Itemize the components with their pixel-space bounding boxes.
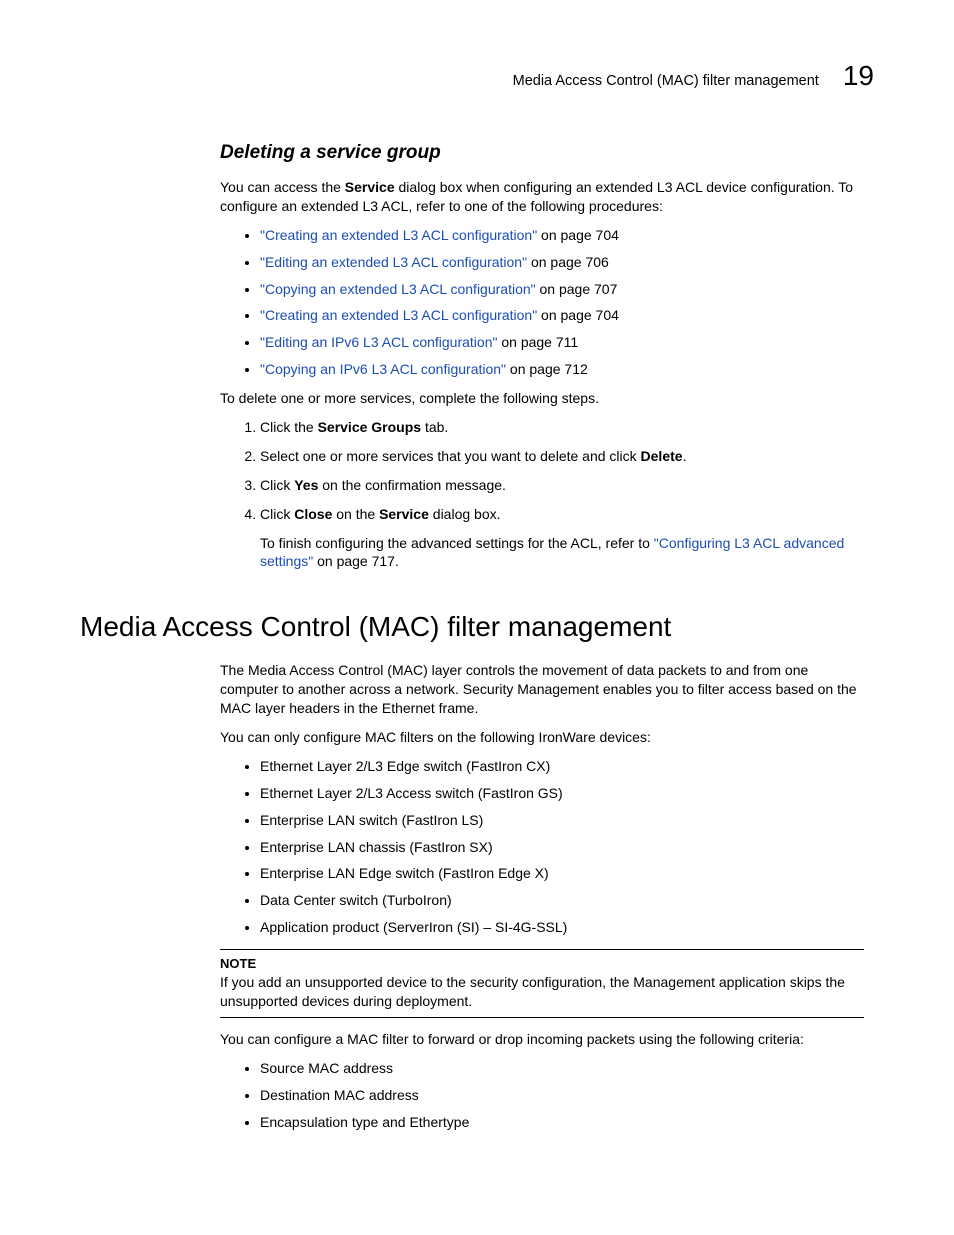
bold: Yes <box>294 477 318 493</box>
list-item: Application product (ServerIron (SI) – S… <box>260 918 864 937</box>
xref-link[interactable]: "Creating an extended L3 ACL configurati… <box>260 307 537 323</box>
text: on page 712 <box>506 361 588 377</box>
text: Select one or more services that you wan… <box>260 448 641 464</box>
text: To finish configuring the advanced setti… <box>260 535 654 551</box>
note-title: NOTE <box>220 956 864 971</box>
text: on page 704 <box>537 227 619 243</box>
page: Media Access Control (MAC) filter manage… <box>0 0 954 1235</box>
main-heading-mac: Media Access Control (MAC) filter manage… <box>80 611 874 643</box>
list-item: Encapsulation type and Ethertype <box>260 1113 864 1132</box>
list-item: "Creating an extended L3 ACL configurati… <box>260 226 864 245</box>
xref-link[interactable]: "Editing an IPv6 L3 ACL configuration" <box>260 334 497 350</box>
text: on page 711 <box>497 334 578 350</box>
mac-para2: You can only configure MAC filters on th… <box>220 728 864 747</box>
step-2: Select one or more services that you wan… <box>260 447 864 466</box>
intro-paragraph: You can access the Service dialog box wh… <box>220 178 864 216</box>
section-heading-deleting: Deleting a service group <box>220 142 864 164</box>
text: dialog box. <box>429 506 501 522</box>
step-list: Click the Service Groups tab. Select one… <box>220 418 864 571</box>
xref-link[interactable]: "Copying an IPv6 L3 ACL configuration" <box>260 361 506 377</box>
list-item: Ethernet Layer 2/L3 Edge switch (FastIro… <box>260 757 864 776</box>
list-item: Source MAC address <box>260 1059 864 1078</box>
list-item: Ethernet Layer 2/L3 Access switch (FastI… <box>260 784 864 803</box>
mac-para1: The Media Access Control (MAC) layer con… <box>220 661 864 718</box>
content-area-2: The Media Access Control (MAC) layer con… <box>220 661 864 1131</box>
device-list: Ethernet Layer 2/L3 Edge switch (FastIro… <box>220 757 864 937</box>
xref-link[interactable]: "Editing an extended L3 ACL configuratio… <box>260 254 527 270</box>
list-item: Enterprise LAN Edge switch (FastIron Edg… <box>260 864 864 883</box>
xref-link[interactable]: "Creating an extended L3 ACL configurati… <box>260 227 537 243</box>
text: on page 717. <box>313 553 399 569</box>
note-body: If you add an unsupported device to the … <box>220 973 864 1011</box>
text: on page 704 <box>537 307 619 323</box>
text: Click the <box>260 419 318 435</box>
content-area: Deleting a service group You can access … <box>220 142 864 571</box>
text: You can access the <box>220 179 345 195</box>
list-item: Enterprise LAN switch (FastIron LS) <box>260 811 864 830</box>
header-title: Media Access Control (MAC) filter manage… <box>513 73 819 89</box>
step-1: Click the Service Groups tab. <box>260 418 864 437</box>
step-3: Click Yes on the confirmation message. <box>260 476 864 495</box>
list-item: Data Center switch (TurboIron) <box>260 891 864 910</box>
bold: Delete <box>641 448 683 464</box>
list-item: "Creating an extended L3 ACL configurati… <box>260 306 864 325</box>
step4-sub: To finish configuring the advanced setti… <box>260 534 864 572</box>
criteria-list: Source MAC address Destination MAC addre… <box>220 1059 864 1132</box>
mac-para3: You can configure a MAC filter to forwar… <box>220 1030 864 1049</box>
text: on the confirmation message. <box>318 477 506 493</box>
text: on page 706 <box>527 254 609 270</box>
text: Click <box>260 506 294 522</box>
text: on the <box>332 506 379 522</box>
text: . <box>683 448 687 464</box>
text: tab. <box>421 419 448 435</box>
bold: Service Groups <box>318 419 422 435</box>
text: on page 707 <box>536 281 618 297</box>
page-header: Media Access Control (MAC) filter manage… <box>80 60 874 92</box>
list-item: Destination MAC address <box>260 1086 864 1105</box>
list-item: "Copying an IPv6 L3 ACL configuration" o… <box>260 360 864 379</box>
list-item: "Editing an extended L3 ACL configuratio… <box>260 253 864 272</box>
steps-intro: To delete one or more services, complete… <box>220 389 864 408</box>
link-list: "Creating an extended L3 ACL configurati… <box>220 226 864 379</box>
bold: Service <box>379 506 429 522</box>
step-4: Click Close on the Service dialog box. T… <box>260 505 864 572</box>
list-item: Enterprise LAN chassis (FastIron SX) <box>260 838 864 857</box>
text: Click <box>260 477 294 493</box>
list-item: "Editing an IPv6 L3 ACL configuration" o… <box>260 333 864 352</box>
bold: Close <box>294 506 332 522</box>
chapter-number: 19 <box>843 60 874 92</box>
list-item: "Copying an extended L3 ACL configuratio… <box>260 280 864 299</box>
bold-service: Service <box>345 179 395 195</box>
xref-link[interactable]: "Copying an extended L3 ACL configuratio… <box>260 281 536 297</box>
note-block: NOTE If you add an unsupported device to… <box>220 949 864 1018</box>
